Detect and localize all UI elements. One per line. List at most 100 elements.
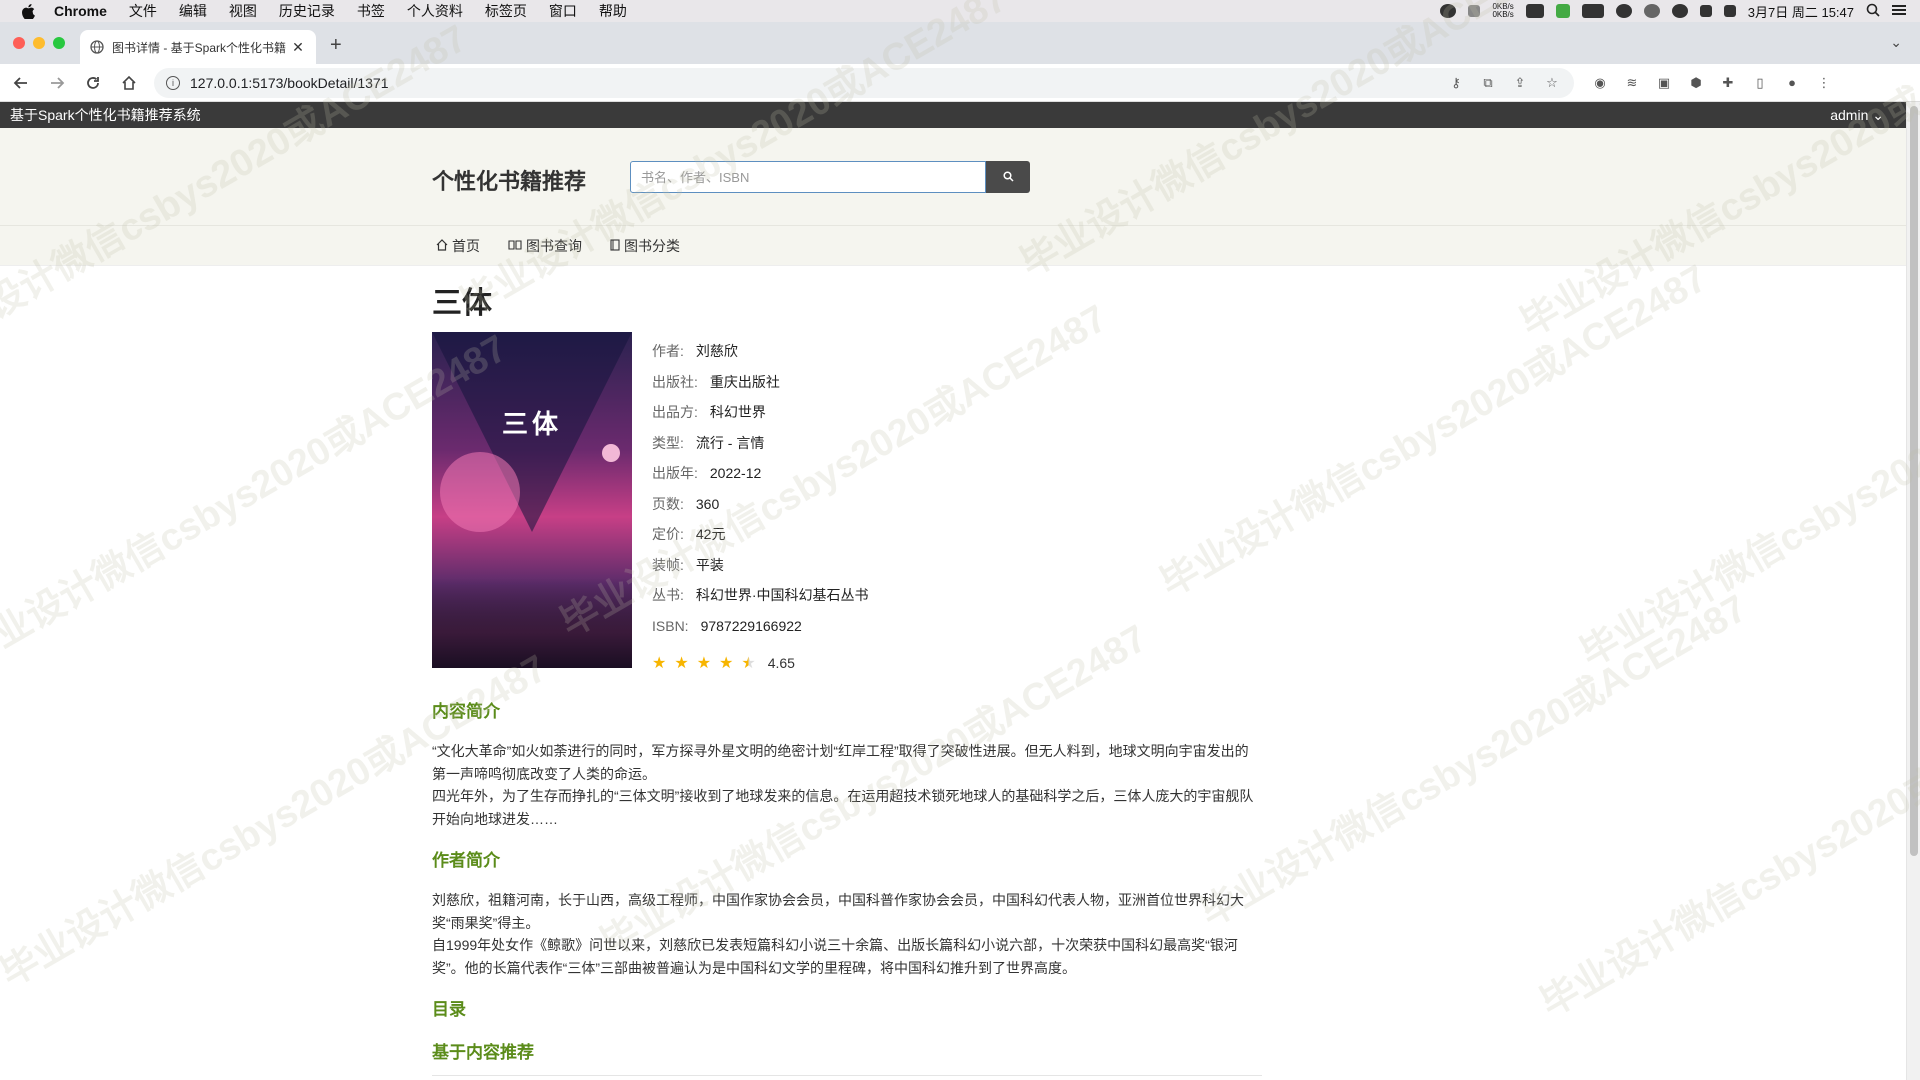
- meta-producer: 出品方: 科幻世界: [652, 397, 869, 428]
- address-bar[interactable]: i 127.0.0.1:5173/bookDetail/1371 ⚷ ⧉ ⇪ ☆: [154, 67, 1574, 98]
- window-minimize-button[interactable]: [33, 37, 45, 49]
- menu-view[interactable]: 视图: [229, 1, 257, 21]
- key-icon[interactable]: ⚷: [1448, 75, 1464, 91]
- nav-book-category-label[interactable]: 图书分类: [624, 236, 680, 256]
- meta-label: 出品方:: [652, 404, 698, 421]
- menu-bookmarks[interactable]: 书签: [357, 1, 385, 21]
- book-meta: 作者: 刘慈欣 出版社: 重庆出版社 出品方: 科幻世界 类型: 流行 - 言情 出版年…: [652, 336, 869, 681]
- menu-app-chrome[interactable]: Chrome: [54, 3, 107, 19]
- meta-label: 类型:: [652, 434, 684, 451]
- nav-home-label[interactable]: 首页: [452, 236, 480, 256]
- tab-search-chevron-icon[interactable]: ⌄: [1890, 34, 1902, 51]
- search-button[interactable]: [986, 161, 1030, 193]
- star-icon: ★: [719, 655, 734, 672]
- book-cover-image: 三体: [432, 332, 632, 668]
- meta-pages: 页数: 360: [652, 489, 869, 520]
- tab-close-icon[interactable]: ✕: [290, 39, 306, 56]
- globe-icon: [90, 40, 104, 54]
- browser-menu-icon[interactable]: ⋮: [1816, 75, 1832, 91]
- share-icon[interactable]: ⇪: [1512, 75, 1528, 91]
- author-paragraph-1: 刘慈欣，祖籍河南，长于山西，高级工程师，中国作家协会会员，中国科普作家协会会员，…: [432, 892, 1244, 931]
- side-panel-icon[interactable]: ▯: [1752, 75, 1768, 91]
- signal-icon[interactable]: [1555, 4, 1570, 18]
- reload-icon[interactable]: [78, 68, 108, 98]
- url-text[interactable]: 127.0.0.1:5173/bookDetail/1371: [190, 75, 389, 91]
- window-close-button[interactable]: [13, 37, 25, 49]
- site-info-icon[interactable]: i: [166, 75, 180, 90]
- cloud-icon[interactable]: [1525, 4, 1544, 18]
- extension-stack-icon[interactable]: ≋: [1624, 75, 1640, 91]
- menu-tabs[interactable]: 标签页: [485, 1, 527, 21]
- meta-label: 出版年:: [652, 465, 698, 482]
- search-icon: [1002, 170, 1014, 185]
- search-form: [630, 161, 1030, 193]
- apple-icon[interactable]: [20, 3, 36, 19]
- volume-icon[interactable]: [1723, 5, 1736, 17]
- nav-home[interactable]: 首页: [436, 236, 480, 256]
- window-zoom-button[interactable]: [53, 37, 65, 49]
- menu-file[interactable]: 文件: [129, 1, 157, 21]
- web-page: 基于Spark个性化书籍推荐系统 admin ⌄ 个性化书籍推荐 首页: [0, 102, 1906, 1080]
- nav-book-category[interactable]: 图书分类: [610, 236, 680, 256]
- meta-label: ISBN:: [652, 617, 689, 634]
- book-icon: [610, 238, 620, 254]
- site-title[interactable]: 个性化书籍推荐: [432, 164, 586, 196]
- nav-book-search-label[interactable]: 图书查询: [526, 236, 582, 256]
- user-menu[interactable]: admin ⌄: [1830, 107, 1884, 124]
- meta-label: 出版社:: [652, 373, 698, 390]
- section-intro-title: 内容简介: [432, 702, 500, 721]
- intro-paragraph-1: “文化大革命”如火如荼进行的同时，军方探寻外星文明的绝密计划“红岸工程”取得了突…: [432, 743, 1249, 782]
- meta-value: 流行 - 言情: [695, 434, 765, 451]
- main-nav: 首页 图书查询 图书分类: [0, 226, 1906, 266]
- rating: ★ ★ ★ ★ ★ 4.65: [652, 645, 869, 681]
- extension-hex-icon[interactable]: ⬢: [1688, 75, 1704, 91]
- menu-help[interactable]: 帮助: [599, 1, 627, 21]
- meta-value: 平装: [695, 556, 724, 573]
- scrollbar-thumb[interactable]: [1910, 106, 1918, 856]
- system-top-bar: 基于Spark个性化书籍推荐系统 admin ⌄: [0, 102, 1906, 128]
- browser-tab-active[interactable]: 图书详情 - 基于Spark个性化书籍 ✕: [80, 30, 316, 64]
- meta-value: 42元: [695, 526, 726, 543]
- meta-value: 重庆出版社: [709, 373, 780, 390]
- network-speed: 0KB/s 0KB/s: [1492, 3, 1513, 19]
- menu-window[interactable]: 窗口: [549, 1, 577, 21]
- menu-history[interactable]: 历史记录: [279, 1, 335, 21]
- search-input[interactable]: [630, 161, 986, 193]
- wechat-icon[interactable]: [1671, 4, 1688, 18]
- intro-paragraph-2: 四光年外，为了生存而挣扎的“三体文明”接收到了地球发来的信息。在运用超技术锁死地…: [432, 788, 1254, 827]
- forward-arrow-icon[interactable]: [42, 68, 72, 98]
- extension-badge-icon[interactable]: ▣: [1656, 75, 1672, 91]
- control-center-icon[interactable]: [1892, 4, 1906, 19]
- rating-value: 4.65: [767, 655, 795, 671]
- datetime[interactable]: 3月7日 周二 15:47: [1748, 2, 1854, 21]
- cat-icon[interactable]: [1468, 5, 1481, 17]
- browser-toolbar: i 127.0.0.1:5173/bookDetail/1371 ⚷ ⧉ ⇪ ☆…: [0, 64, 1920, 102]
- section-author-title: 作者简介: [432, 851, 500, 870]
- new-tab-button[interactable]: +: [330, 34, 342, 57]
- meta-label: 定价:: [652, 526, 684, 543]
- meta-value: 科幻世界·中国科幻基石丛书: [695, 587, 869, 604]
- logo-icon[interactable]: [1581, 4, 1604, 18]
- chat-icon[interactable]: [1643, 4, 1660, 18]
- bookmark-star-icon[interactable]: ☆: [1544, 75, 1560, 91]
- user-name[interactable]: admin: [1830, 107, 1868, 123]
- extension-cookie-icon[interactable]: ◉: [1592, 75, 1608, 91]
- menu-profile[interactable]: 个人资料: [407, 1, 463, 21]
- profile-avatar-icon[interactable]: ●: [1784, 75, 1800, 91]
- page-scrollbar[interactable]: [1906, 102, 1920, 1080]
- input-method-icon[interactable]: [1699, 5, 1712, 17]
- menu-edit[interactable]: 编辑: [179, 1, 207, 21]
- home-icon[interactable]: [114, 68, 144, 98]
- star-icon: ★: [652, 655, 667, 672]
- nav-book-search[interactable]: 图书查询: [508, 236, 582, 256]
- settings-icon[interactable]: [1615, 4, 1632, 18]
- meta-year: 出版年: 2022-12: [652, 458, 869, 489]
- meta-label: 页数:: [652, 495, 684, 512]
- chevron-down-icon[interactable]: ⌄: [1872, 107, 1884, 123]
- book-title: 三体: [432, 287, 492, 320]
- back-arrow-icon[interactable]: [6, 68, 36, 98]
- record-icon[interactable]: [1440, 4, 1457, 18]
- spotlight-search-icon[interactable]: [1866, 3, 1880, 20]
- extensions-puzzle-icon[interactable]: ✚: [1720, 75, 1736, 91]
- translate-icon[interactable]: ⧉: [1480, 75, 1496, 91]
